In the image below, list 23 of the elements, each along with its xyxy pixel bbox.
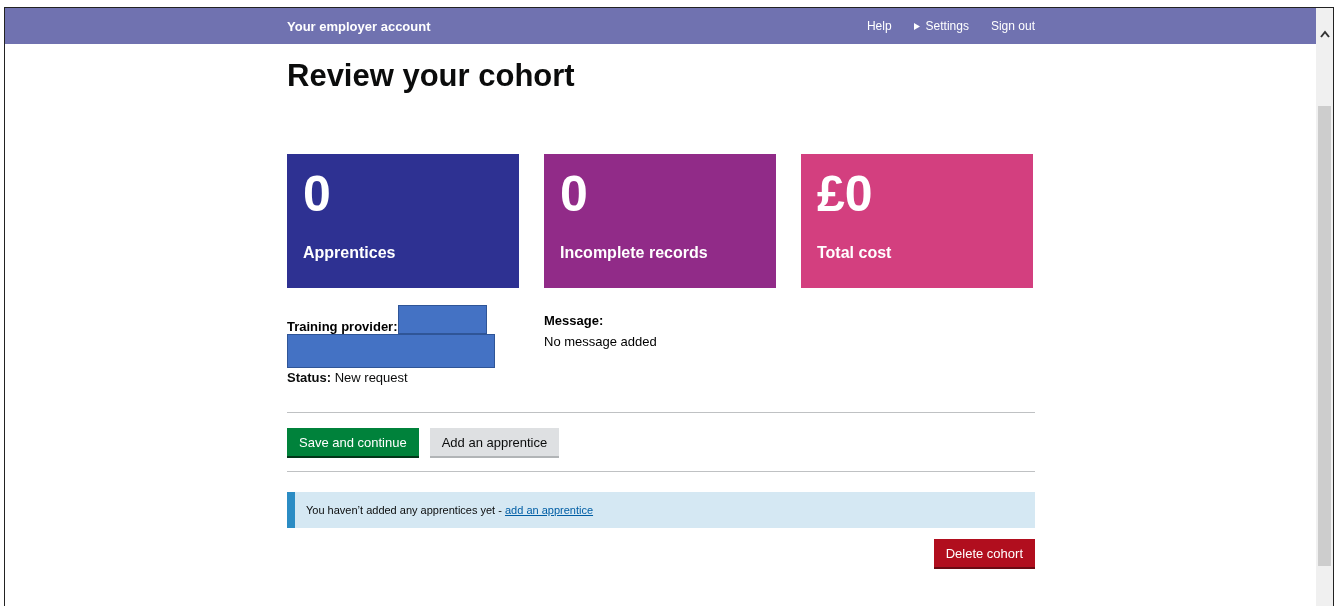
- header-link[interactable]: Sign out: [990, 19, 1035, 33]
- save-button[interactable]: Save and continue: [287, 428, 419, 456]
- stat-label: Incomplete records: [560, 244, 709, 262]
- message-label: Message:: [544, 313, 605, 328]
- status-text: Status: New request: [287, 370, 409, 385]
- scrollbar[interactable]: [1316, 8, 1333, 606]
- stat-value: 0: [560, 166, 589, 222]
- stat-label: Total cost: [817, 244, 893, 262]
- page-title: Review your cohort: [287, 58, 576, 94]
- add-apprentice-link[interactable]: add an apprentice: [504, 504, 594, 516]
- settings-link[interactable]: Settings: [913, 19, 969, 33]
- stat-value: 0: [303, 166, 332, 222]
- stat-value: £0: [817, 166, 874, 222]
- delete-button[interactable]: Delete cohort: [933, 539, 1035, 567]
- add-button[interactable]: Add an apprentice: [429, 428, 560, 456]
- message-text: No message added: [544, 334, 657, 349]
- account-title[interactable]: Your employer account: [287, 18, 867, 34]
- scrollbar-thumb[interactable]: [1318, 106, 1331, 566]
- header-link[interactable]: Help: [866, 19, 892, 33]
- notice-text: You haven’t added any apprentices yet - add an apprentice: [306, 504, 594, 516]
- triangle-icon: [913, 22, 920, 30]
- stat-label: Apprentices: [303, 244, 397, 262]
- provider-label: Training provider:: [287, 319, 398, 334]
